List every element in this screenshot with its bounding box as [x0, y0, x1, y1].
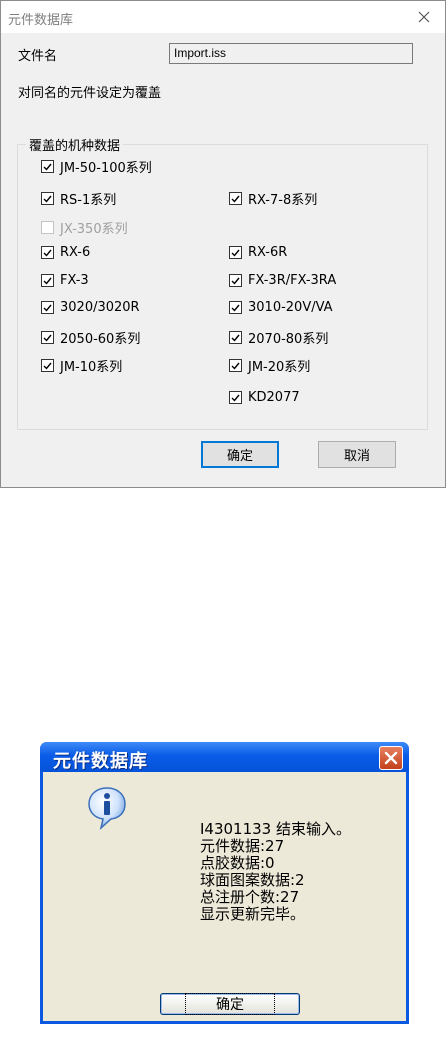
file-name-label: 文件名: [18, 49, 58, 64]
check-icon: [231, 249, 240, 257]
checkbox-jm-10[interactable]: JM-10系列: [41, 356, 122, 375]
checkbox-label: KD2077: [248, 390, 300, 405]
checkbox-box[interactable]: [229, 246, 242, 259]
check-icon: [43, 163, 52, 171]
check-icon: [43, 277, 52, 285]
checkbox-jm-50-100[interactable]: JM-50-100系列: [41, 157, 152, 176]
checkbox-box[interactable]: [41, 301, 54, 314]
check-icon: [43, 304, 52, 312]
checkbox-rx-7-8[interactable]: RX-7-8系列: [229, 189, 317, 208]
ok-button[interactable]: 确定: [201, 441, 279, 468]
check-icon: [231, 394, 240, 402]
overwrite-label: 对同名的元件设定为覆盖: [18, 86, 162, 101]
checkbox-box[interactable]: [229, 359, 242, 372]
checkbox-label: RS-1系列: [60, 193, 117, 208]
close-button[interactable]: [403, 1, 445, 33]
message-line: 显示更新完毕。: [200, 905, 306, 923]
checkbox-label: RX-6: [60, 245, 91, 260]
check-icon: [231, 277, 240, 285]
message-line: I4301133 结束输入。: [200, 820, 351, 838]
checkbox-label: JM-50-100系列: [60, 161, 152, 176]
ok-button[interactable]: 确定: [160, 993, 300, 1015]
message-line: 总注册个数:27: [200, 888, 300, 906]
close-icon: [418, 11, 430, 23]
check-icon: [231, 195, 240, 203]
checkbox-label: 2070-80系列: [248, 332, 329, 347]
import-result-dialog: 元件数据库 I4301133 结束输入。 元件数据:27 点胶数据:0 球面图案…: [40, 742, 409, 1024]
checkbox-2050-60[interactable]: 2050-60系列: [41, 328, 140, 347]
checkbox-2070-80[interactable]: 2070-80系列: [229, 328, 328, 347]
checkbox-fx-3[interactable]: FX-3: [41, 273, 89, 288]
dialog-title: 元件数据库: [53, 751, 148, 772]
file-name-field[interactable]: Import.iss: [169, 43, 413, 64]
group-title: 覆盖的机种数据: [26, 135, 124, 154]
checkbox-label: FX-3: [60, 273, 89, 288]
checkbox-rx-6[interactable]: RX-6: [41, 245, 90, 260]
check-icon: [43, 195, 52, 203]
checkbox-rx-6r[interactable]: RX-6R: [229, 245, 287, 260]
check-icon: [231, 304, 240, 312]
check-icon: [43, 249, 52, 257]
dialog-title: 元件数据库: [8, 13, 74, 28]
checkbox-box[interactable]: [229, 301, 242, 314]
checkbox-kd2077[interactable]: KD2077: [229, 390, 300, 405]
checkbox-box[interactable]: [41, 331, 54, 344]
checkbox-box[interactable]: [229, 331, 242, 344]
check-icon: [43, 362, 52, 370]
checkbox-rs-1[interactable]: RS-1系列: [41, 189, 116, 208]
checkbox-label: 3010-20V/VA: [248, 300, 333, 315]
import-dialog: 元件数据库 文件名 Import.iss 对同名的元件设定为覆盖 覆盖的机种数据…: [0, 0, 446, 488]
checkbox-label: RX-7-8系列: [248, 193, 318, 208]
checkbox-jx-350[interactable]: JX-350系列: [41, 218, 128, 237]
checkbox-box[interactable]: [229, 391, 242, 404]
check-icon: [231, 334, 240, 342]
dialog-body: I4301133 结束输入。 元件数据:27 点胶数据:0 球面图案数据:2 总…: [43, 772, 406, 1021]
checkbox-jm-20[interactable]: JM-20系列: [229, 356, 310, 375]
message-line: 点胶数据:0: [200, 854, 275, 872]
checkbox-box[interactable]: [41, 192, 54, 205]
checkbox-box[interactable]: [41, 274, 54, 287]
checkbox-3020-3020r[interactable]: 3020/3020R: [41, 300, 140, 315]
checkbox-box[interactable]: [229, 274, 242, 287]
check-icon: [43, 334, 52, 342]
cancel-button[interactable]: 取消: [318, 441, 396, 468]
checkbox-label: JX-350系列: [60, 222, 128, 237]
close-button[interactable]: [379, 746, 403, 770]
title-bar: 元件数据库: [40, 742, 409, 772]
message-text: I4301133 结束输入。 元件数据:27 点胶数据:0 球面图案数据:2 总…: [200, 821, 351, 923]
checkbox-label: JM-10系列: [60, 360, 123, 375]
close-icon: [384, 751, 398, 765]
checkbox-box[interactable]: [41, 221, 54, 234]
checkbox-box[interactable]: [41, 359, 54, 372]
checkbox-label: JM-20系列: [248, 360, 311, 375]
checkbox-3010-20v-va[interactable]: 3010-20V/VA: [229, 300, 333, 315]
check-icon: [231, 362, 240, 370]
checkbox-box[interactable]: [229, 192, 242, 205]
checkbox-fx-3r-fx-3ra[interactable]: FX-3R/FX-3RA: [229, 273, 336, 288]
checkbox-label: 3020/3020R: [60, 300, 140, 315]
checkbox-box[interactable]: [41, 160, 54, 173]
checkbox-label: 2050-60系列: [60, 332, 141, 347]
title-bar: 元件数据库: [1, 1, 445, 33]
checkbox-label: RX-6R: [248, 245, 288, 260]
info-icon: [88, 787, 126, 830]
message-line: 球面图案数据:2: [200, 871, 305, 889]
checkbox-label: FX-3R/FX-3RA: [248, 273, 337, 288]
checkbox-box[interactable]: [41, 246, 54, 259]
message-line: 元件数据:27: [200, 837, 285, 855]
ok-button-label: 确定: [185, 993, 275, 1015]
